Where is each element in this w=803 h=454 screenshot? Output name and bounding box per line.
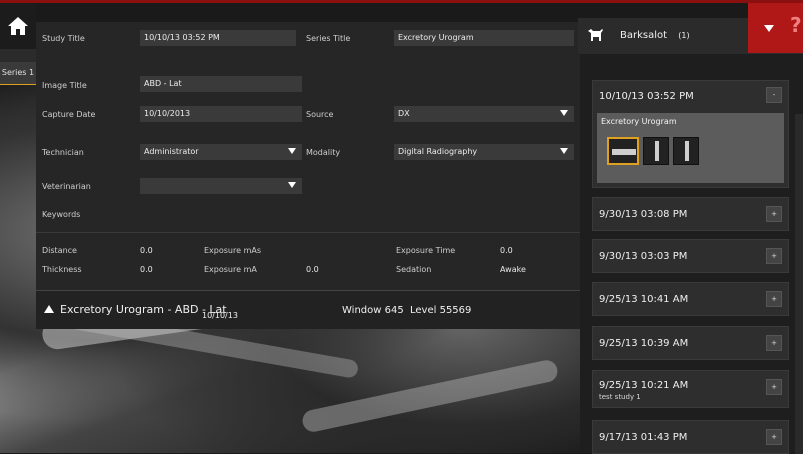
study-note: test study 1 xyxy=(599,393,641,401)
collapse-button[interactable]: - xyxy=(766,87,782,103)
expand-button[interactable]: + xyxy=(766,429,782,445)
exposure-mas-label: Exposure mAs xyxy=(204,246,262,255)
exposure-time-label: Exposure Time xyxy=(396,246,456,255)
series-title-label: Series Title xyxy=(306,34,351,43)
scrollbar[interactable] xyxy=(795,114,803,454)
expand-button[interactable]: + xyxy=(766,248,782,264)
technician-select[interactable]: Administrator xyxy=(140,144,302,160)
metadata-panel: Study Title 10/10/13 03:52 PM Series Tit… xyxy=(36,22,580,290)
thumbnail[interactable] xyxy=(643,137,669,165)
patient-count: (1) xyxy=(678,31,690,40)
chevron-down-icon xyxy=(764,25,774,32)
dog-icon xyxy=(588,29,603,41)
window-readout: Window 645 xyxy=(342,305,404,316)
modality-label: Modality xyxy=(306,148,341,157)
expand-button[interactable]: + xyxy=(766,335,782,351)
study-title-label: Study Title xyxy=(42,34,85,43)
distance-label: Distance xyxy=(42,246,77,255)
study-card[interactable]: 9/30/13 03:03 PM + xyxy=(592,239,789,273)
chevron-down-icon xyxy=(288,148,296,154)
source-select[interactable]: DX xyxy=(394,106,574,122)
expand-button[interactable]: + xyxy=(766,379,782,395)
study-date: 10/10/13 03:52 PM xyxy=(599,91,694,102)
chevron-down-icon xyxy=(560,148,568,154)
veterinarian-label: Veterinarian xyxy=(42,182,91,191)
level-readout: Level 55569 xyxy=(410,305,472,316)
series-title: Excretory Urogram xyxy=(601,117,677,126)
source-label: Source xyxy=(306,110,334,119)
study-card[interactable]: 9/30/13 03:08 PM + xyxy=(592,197,789,231)
study-date: 9/30/13 03:08 PM xyxy=(599,209,688,220)
series-title-field[interactable]: Excretory Urogram xyxy=(394,30,574,46)
sedation-label: Sedation xyxy=(396,265,432,274)
study-card-expanded[interactable]: 10/10/13 03:52 PM - Excretory Urogram xyxy=(592,80,789,188)
series-tab[interactable]: Series 1 xyxy=(0,62,36,86)
study-title-field[interactable]: 10/10/13 03:52 PM xyxy=(140,30,296,46)
modality-value: Digital Radiography xyxy=(398,147,478,156)
study-card[interactable]: 9/25/13 10:21 AM test study 1 + xyxy=(592,370,789,408)
thumbnail[interactable] xyxy=(673,137,699,165)
thickness-value: 0.0 xyxy=(140,265,153,274)
exposure-ma-value: 0.0 xyxy=(306,265,319,274)
expand-button[interactable]: + xyxy=(766,291,782,307)
collapse-up-icon[interactable] xyxy=(44,305,54,313)
expand-button[interactable]: + xyxy=(766,206,782,222)
capture-date-field[interactable]: 10/10/2013 xyxy=(140,106,302,122)
chevron-down-icon xyxy=(560,110,568,116)
patient-name: Barksalot (1) xyxy=(620,30,690,41)
help-icon[interactable]: ? xyxy=(790,13,802,37)
study-date: 9/17/13 01:43 PM xyxy=(599,432,688,443)
home-icon xyxy=(8,17,28,35)
keywords-label: Keywords xyxy=(42,210,81,219)
study-card[interactable]: 9/17/13 01:43 PM + xyxy=(592,420,789,454)
image-title-label: Image Title xyxy=(42,81,87,90)
study-card[interactable]: 9/25/13 10:41 AM + xyxy=(592,282,789,316)
sedation-value: Awake xyxy=(500,265,526,274)
thickness-label: Thickness xyxy=(42,265,82,274)
study-date: 9/30/13 03:03 PM xyxy=(599,251,688,262)
exposure-ma-label: Exposure mA xyxy=(204,265,257,274)
image-info-bar: Excretory Urogram - ABD - Lat 10/10/13 W… xyxy=(36,290,580,329)
study-date: 9/25/13 10:21 AM xyxy=(599,380,689,391)
series-box[interactable]: Excretory Urogram xyxy=(597,113,784,183)
patient-name-text: Barksalot xyxy=(620,30,668,41)
chevron-down-icon xyxy=(288,182,296,188)
divider xyxy=(36,232,580,233)
technician-label: Technician xyxy=(42,148,84,157)
image-date: 10/10/13 xyxy=(202,311,238,320)
patient-menu-button[interactable]: ? xyxy=(748,3,803,53)
top-accent-line xyxy=(0,0,803,3)
capture-date-label: Capture Date xyxy=(42,110,96,119)
distance-value: 0.0 xyxy=(140,246,153,255)
veterinarian-select[interactable] xyxy=(140,178,302,194)
image-title-field[interactable]: ABD - Lat xyxy=(140,76,302,92)
study-card[interactable]: 9/25/13 10:39 AM + xyxy=(592,326,789,360)
source-value: DX xyxy=(398,109,410,118)
study-date: 9/25/13 10:39 AM xyxy=(599,338,689,349)
thumbnail-selected[interactable] xyxy=(607,137,639,165)
study-list: 10/10/13 03:52 PM - Excretory Urogram 9/… xyxy=(580,54,803,454)
technician-value: Administrator xyxy=(144,147,199,156)
study-date: 9/25/13 10:41 AM xyxy=(599,294,689,305)
exposure-time-value: 0.0 xyxy=(500,246,513,255)
home-button[interactable] xyxy=(0,3,36,49)
modality-select[interactable]: Digital Radiography xyxy=(394,144,574,160)
